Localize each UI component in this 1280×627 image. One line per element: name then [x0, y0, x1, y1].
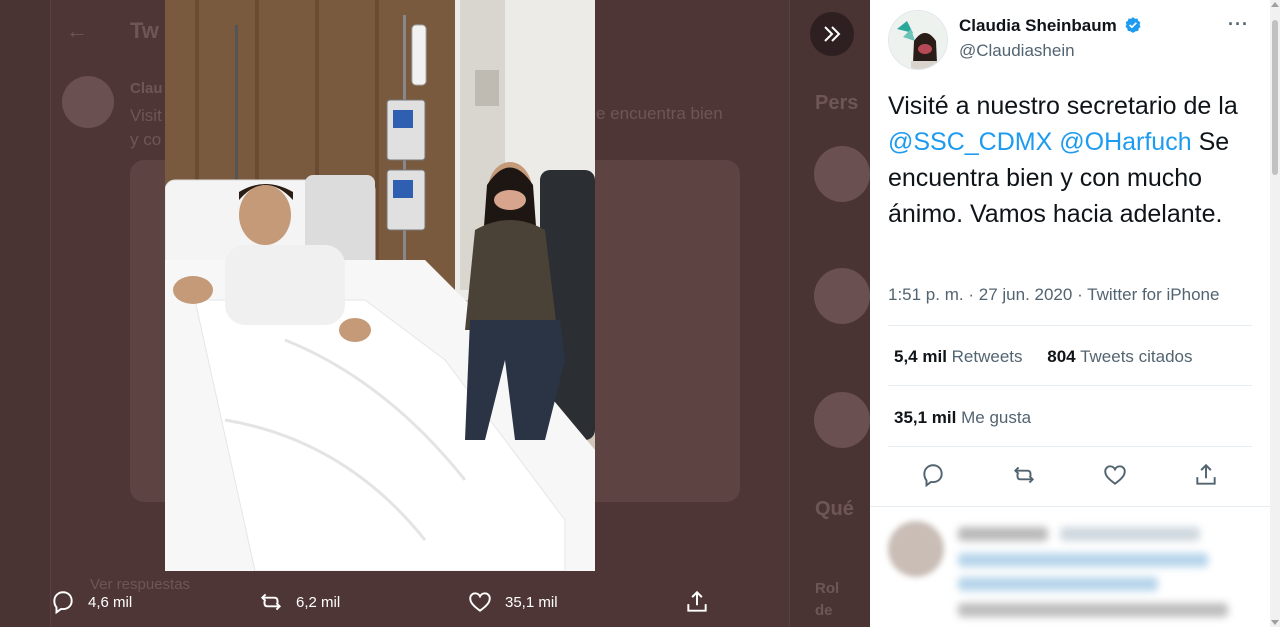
- author-name-text: Claudia Sheinbaum: [959, 16, 1117, 35]
- photo-likes-count: 35,1 mil: [505, 593, 558, 611]
- background-author-name: Clau: [130, 80, 163, 97]
- background-right-title-2: Qué: [815, 498, 854, 520]
- verified-badge-icon: [1125, 17, 1141, 33]
- background-tweet-text-end: e encuentra bien: [596, 104, 723, 123]
- background-header-title: Tw: [130, 18, 159, 43]
- meta-separator: ·: [1077, 285, 1083, 304]
- meta-separator: ·: [968, 285, 975, 304]
- tweet-photo[interactable]: [165, 0, 595, 571]
- blurred-text: [958, 603, 1228, 617]
- tweet-detail-panel: Claudia Sheinbaum @Claudiashein ··· Visi…: [870, 0, 1270, 627]
- background-suggestion-avatar: [814, 146, 870, 202]
- background-suggestion-avatar: [814, 392, 870, 448]
- hospital-visit-image: [165, 0, 595, 571]
- background-suggestion-avatar: [814, 268, 870, 324]
- tweet-date[interactable]: 27 jun. 2020: [979, 285, 1073, 304]
- share-button[interactable]: [1193, 462, 1221, 490]
- photo-replies-count: 4,6 mil: [88, 593, 133, 611]
- divider: [888, 325, 1252, 326]
- photo-like-button[interactable]: 35,1 mil: [467, 582, 558, 622]
- heart-icon: [469, 592, 491, 612]
- quotes-count: 804: [1047, 347, 1076, 366]
- double-chevron-right-icon: [824, 26, 841, 42]
- more-options-button[interactable]: ···: [1228, 14, 1249, 35]
- tweet-text-part1: Visité a nuestro secretario de la: [888, 92, 1238, 120]
- blurred-reply: [870, 506, 1270, 627]
- tweet-meta: 1:51 p. m. · 27 jun. 2020 · Twitter for …: [888, 285, 1219, 305]
- photo-share-button[interactable]: [684, 582, 722, 622]
- like-button[interactable]: [1102, 462, 1130, 490]
- photo-retweet-button[interactable]: 6,2 mil: [258, 582, 340, 622]
- share-icon: [1196, 463, 1216, 485]
- tweet-time[interactable]: 1:51 p. m.: [888, 285, 964, 304]
- likes-count: 35,1 mil: [894, 408, 957, 427]
- mention-ssc-cdmx[interactable]: @SSC_CDMX: [888, 128, 1052, 156]
- retweets-count: 5,4 mil: [894, 347, 947, 366]
- tweet-action-bar: [870, 456, 1270, 496]
- back-arrow-icon: ←: [66, 18, 88, 43]
- background-right-title: Pers: [815, 92, 859, 114]
- blurred-text: [958, 527, 1048, 541]
- reply-icon: [923, 464, 943, 488]
- background-tweet-line1: Visit: [130, 106, 162, 125]
- author-handle[interactable]: @Claudiashein: [959, 41, 1075, 61]
- background-avatar: [62, 76, 114, 128]
- scroll-down-arrow-icon[interactable]: [1271, 620, 1279, 625]
- collapse-panel-button[interactable]: [810, 12, 854, 56]
- tweet-source[interactable]: Twitter for iPhone: [1087, 285, 1219, 304]
- retweet-icon: [260, 593, 282, 611]
- blurred-text: [958, 553, 1208, 567]
- retweets-stat[interactable]: 5,4 mil Retweets: [894, 347, 1023, 366]
- panel-scrollbar[interactable]: [1270, 0, 1280, 627]
- photo-action-bar: 4,6 mil 6,2 mil 35,1 mil: [0, 582, 870, 622]
- tweet-text: Visité a nuestro secretario de la @SSC_C…: [888, 88, 1258, 232]
- heart-icon: [1104, 465, 1126, 485]
- reply-icon: [53, 591, 73, 615]
- mention-oharfuch[interactable]: @OHarfuch: [1059, 128, 1191, 156]
- blurred-text: [1060, 527, 1200, 541]
- likes-label: Me gusta: [961, 408, 1032, 427]
- background-tweet-text: Visit y co: [130, 104, 162, 152]
- share-icon: [687, 590, 707, 612]
- blurred-text: [958, 577, 1158, 591]
- reply-button[interactable]: [920, 462, 948, 490]
- reply-avatar: [888, 521, 944, 577]
- retweet-button[interactable]: [1011, 462, 1039, 490]
- scroll-up-arrow-icon[interactable]: [1271, 2, 1279, 7]
- retweet-quote-stats: 5,4 mil Retweets 804 Tweets citados: [894, 347, 1193, 367]
- retweet-icon: [1013, 466, 1035, 484]
- author-name[interactable]: Claudia Sheinbaum: [959, 16, 1142, 36]
- divider: [888, 446, 1252, 447]
- quotes-label: Tweets citados: [1080, 347, 1193, 366]
- scroll-thumb[interactable]: [1272, 20, 1278, 175]
- photo-retweets-count: 6,2 mil: [296, 593, 341, 611]
- background-tweet-line2: y co: [130, 130, 162, 149]
- photo-reply-button[interactable]: 4,6 mil: [50, 582, 132, 622]
- likes-stat[interactable]: 35,1 mil Me gusta: [894, 408, 1031, 428]
- quotes-stat[interactable]: 804 Tweets citados: [1047, 347, 1192, 366]
- avatar-image: [889, 11, 947, 69]
- retweets-label: Retweets: [951, 347, 1023, 366]
- author-avatar[interactable]: [888, 10, 948, 70]
- divider: [888, 385, 1252, 386]
